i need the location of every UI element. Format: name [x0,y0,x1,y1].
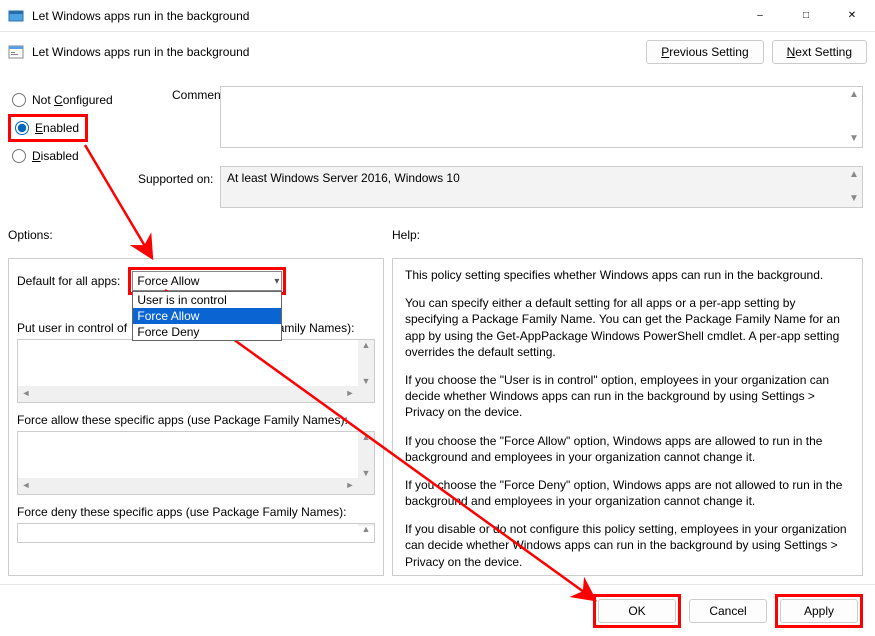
apply-button[interactable]: Apply [780,599,858,623]
combo-item-user-in-control[interactable]: User is in control [133,292,281,308]
policy-title: Let Windows apps run in the background [32,45,638,59]
scroll-up-icon: ▲ [848,89,860,101]
help-p3: If you choose the "User is in control" o… [405,372,850,421]
titlebar: Let Windows apps run in the background –… [0,0,875,32]
window-icon [8,8,24,24]
help-p5: If you choose the "Force Deny" option, W… [405,477,850,509]
chevron-down-icon: ▾ [274,276,279,287]
ok-button[interactable]: OK [598,599,676,623]
help-p2: You can specify either a default setting… [405,295,850,360]
default-for-all-apps-label: Default for all apps: [17,274,120,288]
help-p1: This policy setting specifies whether Wi… [405,267,850,283]
cancel-button[interactable]: Cancel [689,599,767,623]
combo-item-force-allow[interactable]: Force Allow [133,308,281,324]
state-radio-group: Not Configured Enabled Disabled [8,86,168,170]
options-panel: Default for all apps: Force Allow ▾ User… [8,258,384,576]
radio-not-configured-input[interactable] [12,93,26,107]
supported-on-box: At least Windows Server 2016, Windows 10… [220,166,863,208]
header-row: Let Windows apps run in the background P… [0,32,875,68]
comment-textarea[interactable]: ▲ ▼ [220,86,863,148]
help-panel: This policy setting specifies whether Wi… [392,258,863,576]
supported-on-text: At least Windows Server 2016, Windows 10 [227,171,460,185]
combo-dropdown[interactable]: User is in control Force Allow Force Den… [132,291,282,341]
combo-selected-text: Force Allow [137,274,199,288]
bottom-bar: OK Cancel Apply [0,584,875,636]
combo-item-force-deny[interactable]: Force Deny [133,324,281,340]
list2[interactable]: ▲▼ ◄► [17,431,375,495]
radio-disabled[interactable]: Disabled [8,142,168,170]
window-title: Let Windows apps run in the background [32,9,737,23]
supported-on-label: Supported on: [138,172,213,186]
scroll-down-icon: ▼ [848,133,860,145]
help-label: Help: [392,228,420,242]
radio-enabled[interactable]: Enabled [8,114,88,142]
maximize-button[interactable]: □ [783,0,829,32]
policy-icon [8,44,24,60]
close-button[interactable]: ✕ [829,0,875,32]
list2-label: Force allow these specific apps (use Pac… [17,413,375,427]
list3-label: Force deny these specific apps (use Pack… [17,505,375,519]
scroll-down-icon: ▼ [848,193,860,205]
options-label: Options: [8,228,53,242]
help-p6: If you disable or do not configure this … [405,521,850,570]
minimize-button[interactable]: – [737,0,783,32]
list1[interactable]: ▲▼ ◄► [17,339,375,403]
radio-disabled-input[interactable] [12,149,26,163]
previous-setting-button[interactable]: Previous Setting [646,40,763,64]
scroll-up-icon: ▲ [848,169,860,181]
radio-enabled-input[interactable] [15,121,29,135]
help-p4: If you choose the "Force Allow" option, … [405,433,850,465]
radio-not-configured[interactable]: Not Configured [8,86,168,114]
next-setting-button[interactable]: Next Setting [772,40,867,64]
default-for-all-apps-combo[interactable]: Force Allow ▾ User is in control Force A… [132,271,282,291]
list3[interactable]: ▲ [17,523,375,543]
